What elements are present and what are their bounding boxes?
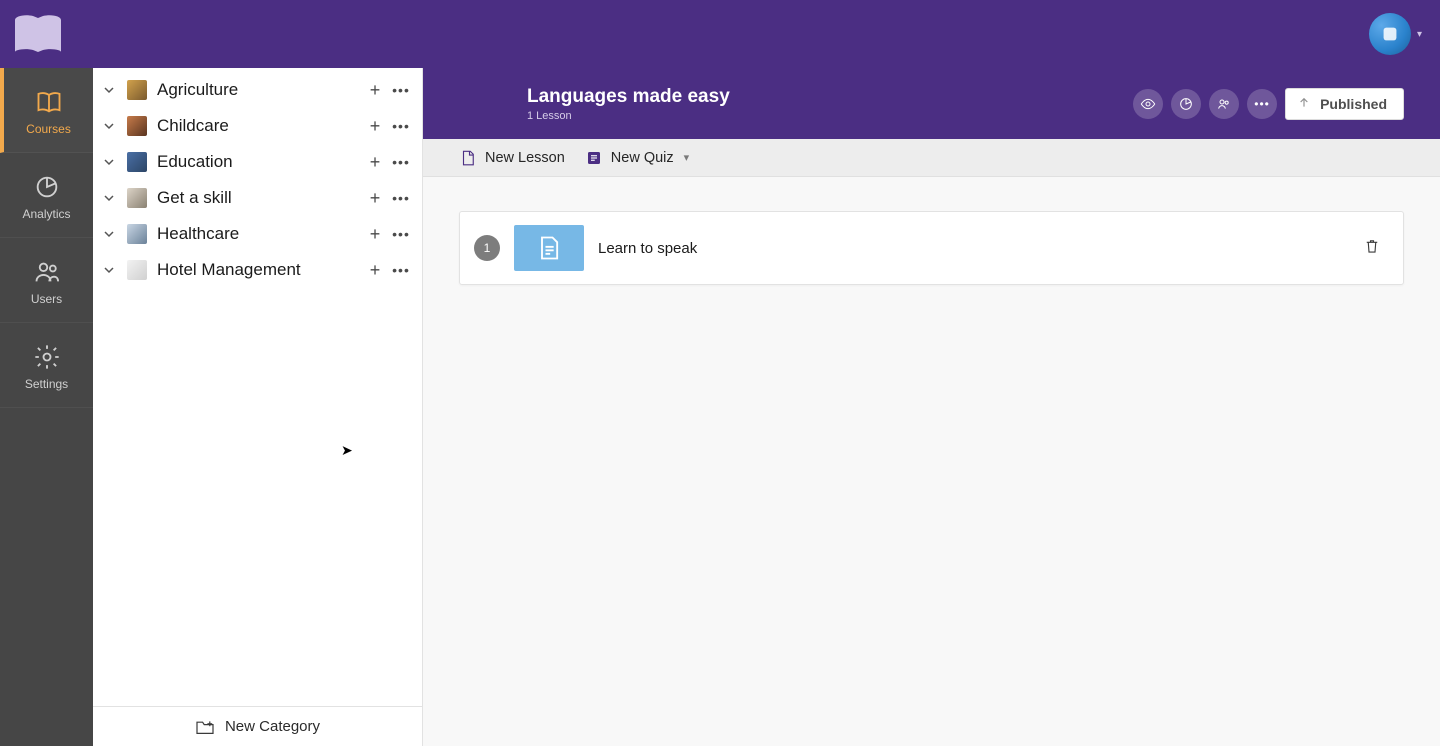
category-more-button[interactable]: ••• (388, 154, 414, 170)
analytics-button[interactable] (1171, 89, 1201, 119)
user-menu[interactable]: ▾ (1369, 13, 1422, 55)
people-icon (1216, 96, 1232, 112)
add-item-button[interactable]: + (362, 152, 388, 173)
category-thumb (127, 116, 147, 136)
category-label: Get a skill (157, 188, 362, 208)
nav-settings[interactable]: Settings (0, 323, 93, 408)
preview-button[interactable] (1133, 89, 1163, 119)
avatar (1369, 13, 1411, 55)
chevron-down-icon[interactable] (99, 260, 119, 280)
cat-get-a-skill[interactable]: Get a skill+••• (93, 180, 422, 216)
nav-users[interactable]: Users (0, 238, 93, 323)
chevron-down-icon[interactable] (99, 188, 119, 208)
course-title: Languages made easy (527, 86, 730, 108)
category-sidebar: Agriculture+•••Childcare+•••Education+••… (93, 68, 423, 746)
doc-plus-icon (459, 149, 477, 167)
doc-icon (535, 234, 563, 262)
new-category-button[interactable]: New Category (93, 706, 422, 746)
add-item-button[interactable]: + (362, 260, 388, 281)
category-label: Education (157, 152, 362, 172)
app-logo[interactable] (8, 10, 68, 58)
lesson-thumb (514, 225, 584, 271)
lesson-number: 1 (474, 235, 500, 261)
add-item-button[interactable]: + (362, 80, 388, 101)
content-area: Languages made easy 1 Lesson ••• (423, 68, 1440, 746)
category-list: Agriculture+•••Childcare+•••Education+••… (93, 68, 422, 706)
users-button[interactable] (1209, 89, 1239, 119)
upload-icon (1296, 96, 1312, 112)
chevron-down-icon[interactable] (99, 152, 119, 172)
nav-courses[interactable]: Courses (0, 68, 93, 153)
cat-education[interactable]: Education+••• (93, 144, 422, 180)
cat-healthcare[interactable]: Healthcare+••• (93, 216, 422, 252)
folder-plus-icon (195, 719, 215, 735)
category-thumb (127, 188, 147, 208)
category-thumb (127, 152, 147, 172)
cursor-glyph: ➤ (341, 442, 353, 459)
main-row: Courses Analytics Users Settings Agricultur… (0, 68, 1440, 746)
chevron-down-icon[interactable] (99, 116, 119, 136)
category-label: Hotel Management (157, 260, 362, 280)
new-quiz-label: New Quiz (611, 150, 674, 166)
add-item-button[interactable]: + (362, 116, 388, 137)
new-lesson-button[interactable]: New Lesson (459, 149, 565, 167)
course-header-actions: ••• Published (1133, 88, 1404, 120)
dots-icon: ••• (1254, 97, 1270, 111)
cat-hotel-management[interactable]: Hotel Management+••• (93, 252, 422, 288)
action-bar: New Lesson New Quiz ▾ (423, 139, 1440, 177)
chevron-down-icon: ▾ (684, 151, 690, 164)
category-more-button[interactable]: ••• (388, 118, 414, 134)
published-label: Published (1320, 96, 1387, 112)
trash-icon (1363, 237, 1381, 255)
content-body: 1 Learn to speak (423, 177, 1440, 746)
more-button[interactable]: ••• (1247, 89, 1277, 119)
nav-users-label: Users (31, 292, 62, 306)
nav-analytics-label: Analytics (22, 207, 70, 221)
lesson-title: Learn to speak (598, 240, 1349, 257)
category-more-button[interactable]: ••• (388, 226, 414, 242)
category-more-button[interactable]: ••• (388, 262, 414, 278)
new-category-label: New Category (225, 718, 320, 735)
category-thumb (127, 224, 147, 244)
chevron-down-icon[interactable] (99, 80, 119, 100)
course-subtitle: 1 Lesson (527, 110, 730, 122)
nav-rail: Courses Analytics Users Settings (0, 68, 93, 746)
course-header: Languages made easy 1 Lesson ••• (423, 68, 1440, 139)
book-icon (11, 12, 65, 56)
lesson-card[interactable]: 1 Learn to speak (459, 211, 1404, 285)
cat-agriculture[interactable]: Agriculture+••• (93, 72, 422, 108)
gear-icon (33, 343, 61, 371)
nav-courses-label: Courses (26, 122, 71, 136)
people-icon (33, 258, 61, 286)
caret-down-icon: ▾ (1417, 29, 1422, 40)
category-more-button[interactable]: ••• (388, 190, 414, 206)
chevron-down-icon[interactable] (99, 224, 119, 244)
top-header: ▾ (0, 0, 1440, 68)
pie-icon (1178, 96, 1194, 112)
category-thumb (127, 260, 147, 280)
category-more-button[interactable]: ••• (388, 82, 414, 98)
eye-icon (1140, 96, 1156, 112)
add-item-button[interactable]: + (362, 224, 388, 245)
category-thumb (127, 80, 147, 100)
cat-childcare[interactable]: Childcare+••• (93, 108, 422, 144)
delete-lesson-button[interactable] (1363, 237, 1381, 260)
pie-icon (33, 173, 61, 201)
avatar-placeholder-icon (1379, 23, 1401, 45)
category-label: Healthcare (157, 224, 362, 244)
quiz-icon (585, 149, 603, 167)
category-label: Childcare (157, 116, 362, 136)
published-button[interactable]: Published (1285, 88, 1404, 120)
new-lesson-label: New Lesson (485, 150, 565, 166)
nav-analytics[interactable]: Analytics (0, 153, 93, 238)
book-open-icon (35, 88, 63, 116)
add-item-button[interactable]: + (362, 188, 388, 209)
nav-settings-label: Settings (25, 377, 68, 391)
new-quiz-button[interactable]: New Quiz ▾ (585, 149, 689, 167)
category-label: Agriculture (157, 80, 362, 100)
